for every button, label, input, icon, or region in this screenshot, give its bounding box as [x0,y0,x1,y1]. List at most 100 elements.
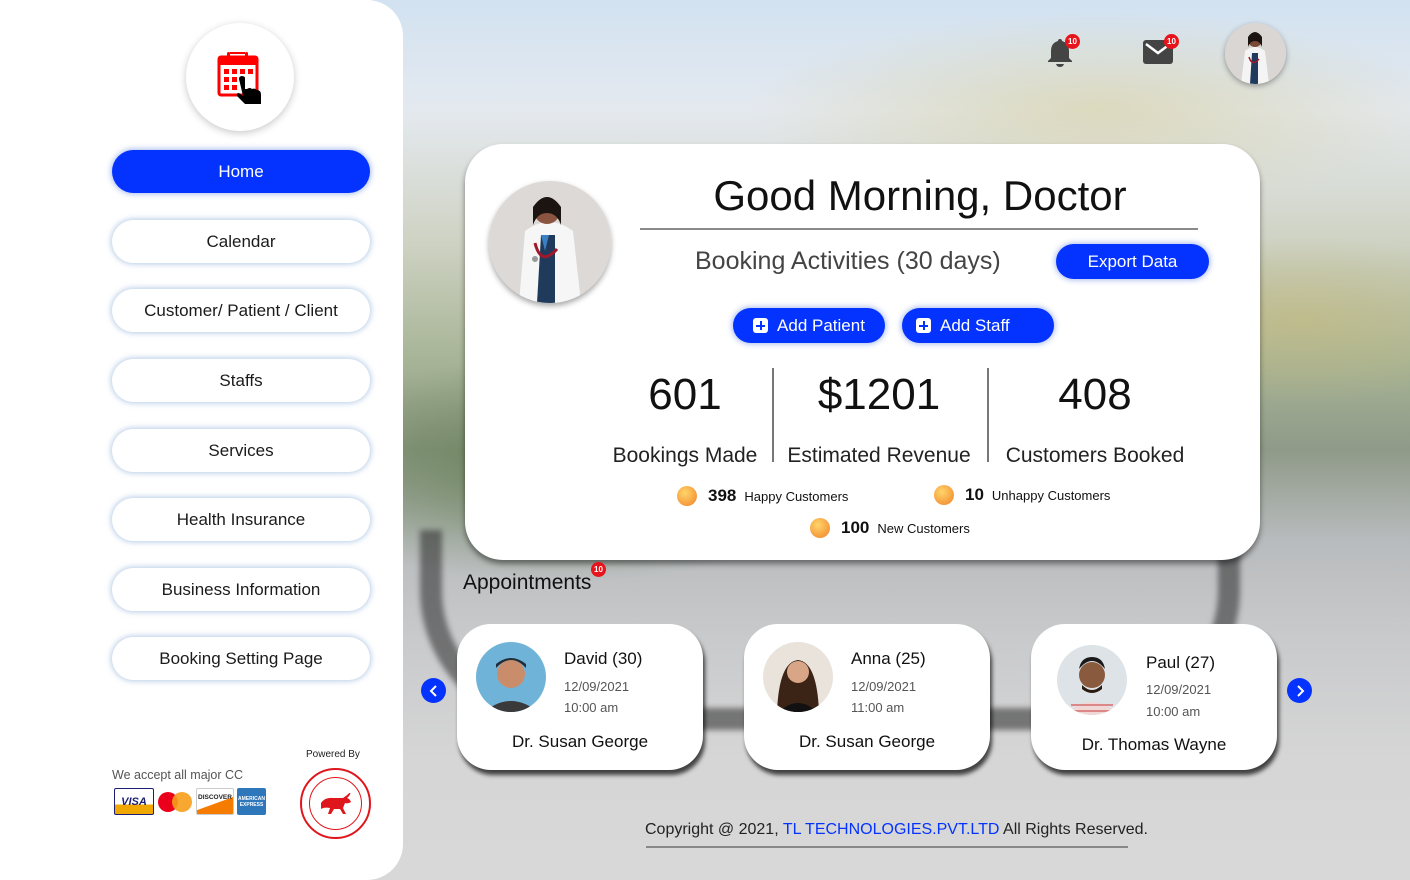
add-patient-button[interactable]: Add Patient [733,308,885,343]
stat-divider [987,368,989,462]
chevron-right-icon [1296,684,1304,697]
patient-name: David (30) [564,649,643,668]
appointment-date: 12/09/2021 [851,679,917,694]
patient-photo [763,642,833,712]
stat-value: 408 [1058,370,1132,419]
doctor-avatar [489,181,611,303]
app-logo[interactable] [186,23,294,131]
appointment-card[interactable]: Anna (25) 12/09/2021 11:00 am Dr. Susan … [744,624,990,770]
stat-bookings-made: 601 Bookings Made [605,370,765,468]
happy-customers-stat: 398 Happy Customers [677,486,848,506]
sidebar: Home Calendar Customer/ Patient / Client… [0,0,403,880]
stat-value: $1201 [817,370,941,419]
appointments-title: Appointments 10 [463,562,606,595]
add-patient-label: Add Patient [777,315,865,335]
stat-divider [772,368,774,462]
patient-paul-photo [1057,645,1127,715]
appointment-doctor: Dr. Susan George [798,732,936,751]
plus-square-icon [916,318,931,333]
nav-customers-button[interactable]: Customer/ Patient / Client [112,289,370,332]
happy-customers-value: 398 [708,486,737,505]
chevron-left-icon [429,684,437,697]
sad-face-icon [934,485,954,505]
booking-activities-subtitle: Booking Activities (30 days) [695,247,1001,275]
patient-anna-photo [763,642,833,712]
cc-accepted-label: We accept all major CC [112,768,244,782]
notifications-button[interactable]: 10 [1045,34,1080,71]
nav-services-button[interactable]: Services [112,429,370,472]
nav-booking-settings-label: Booking Setting Page [159,648,323,668]
appointment-time: 10:00 am [1146,704,1201,719]
appointment-date: 12/09/2021 [1146,682,1212,697]
nav-home-button[interactable]: Home [112,150,370,193]
nav-calendar-button[interactable]: Calendar [112,220,370,263]
export-data-button[interactable]: Export Data [1056,244,1209,279]
bull-icon [320,792,351,814]
messages-button[interactable]: 10 [1143,34,1179,68]
happy-customers-label: Happy Customers [744,488,849,504]
stat-customers-booked: 408 Customers Booked [995,370,1195,468]
smiling-face-icon [810,518,830,538]
stat-label: Bookings Made [612,444,758,467]
notifications-badge: 10 [1065,34,1080,49]
nav-customers-label: Customer/ Patient / Client [144,300,338,320]
nav-staffs-button[interactable]: Staffs [112,359,370,402]
user-avatar[interactable] [1225,23,1286,84]
mastercard-icon [157,788,193,815]
visa-card-icon: VISA [114,788,154,815]
add-staff-label: Add Staff [940,315,1010,335]
tl-technologies-logo [300,768,371,839]
next-appointments-button[interactable] [1287,678,1312,703]
greeting-title: Good Morning, Doctor [713,172,1127,219]
appointment-time: 11:00 am [851,700,905,715]
nav-health-insurance-label: Health Insurance [176,509,306,529]
smiling-face-icon [677,486,697,506]
appointment-doctor: Dr. Thomas Wayne [1081,735,1227,754]
messages-badge: 10 [1164,34,1179,49]
appointments-label: Appointments [463,571,592,594]
nav-business-info-button[interactable]: Business Information [112,568,370,611]
amex-card-icon: AMERICAN EXPRESS [237,788,266,815]
doctor-photo [489,181,611,303]
nav-staffs-label: Staffs [219,370,263,390]
patient-name: Anna (25) [851,649,926,668]
credit-card-logos: VISA DISCOVER AMERICAN EXPRESS [114,788,266,815]
nav-home-label: Home [218,161,264,181]
calendar-touch-icon [217,52,261,104]
appointment-time: 10:00 am [564,700,619,715]
greeting-divider [640,228,1198,230]
appointment-date: 12/09/2021 [564,679,630,694]
patient-name: Paul (27) [1146,653,1215,672]
nav-calendar-label: Calendar [206,231,276,251]
patient-david-photo [476,642,546,712]
stat-label: Customers Booked [1005,444,1185,467]
patient-photo [476,642,546,712]
stat-value: 601 [648,370,722,419]
previous-appointments-button[interactable] [421,678,446,703]
copyright-suffix: All Rights Reserved. [999,821,1148,838]
appointment-card[interactable]: Paul (27) 12/09/2021 10:00 am Dr. Thomas… [1031,624,1277,770]
discover-card-icon: DISCOVER [196,788,234,815]
unhappy-customers-stat: 10 Unhappy Customers [934,485,1110,505]
stat-label: Estimated Revenue [787,444,971,467]
footer-divider [646,846,1128,848]
export-data-label: Export Data [1087,251,1178,271]
nav-booking-settings-button[interactable]: Booking Setting Page [112,637,370,680]
appointment-doctor: Dr. Susan George [511,732,649,751]
doctor-photo [1225,23,1286,84]
new-customers-label: New Customers [877,520,970,536]
powered-by-label: Powered By [306,749,360,760]
nav-health-insurance-button[interactable]: Health Insurance [112,498,370,541]
new-customers-stat: 100 New Customers [810,518,970,538]
unhappy-customers-label: Unhappy Customers [991,487,1111,503]
add-staff-button[interactable]: Add Staff [902,308,1054,343]
appointment-card[interactable]: David (30) 12/09/2021 10:00 am Dr. Susan… [457,624,703,770]
patient-photo [1057,645,1127,715]
appointments-badge: 10 [591,562,606,577]
nav-business-info-label: Business Information [161,579,321,599]
unhappy-customers-value: 10 [965,485,984,504]
plus-square-icon [753,318,769,333]
new-customers-value: 100 [841,518,870,537]
nav-services-label: Services [208,440,274,460]
company-link[interactable]: TL TECHNOLOGIES.PVT.LTD [783,821,1000,838]
